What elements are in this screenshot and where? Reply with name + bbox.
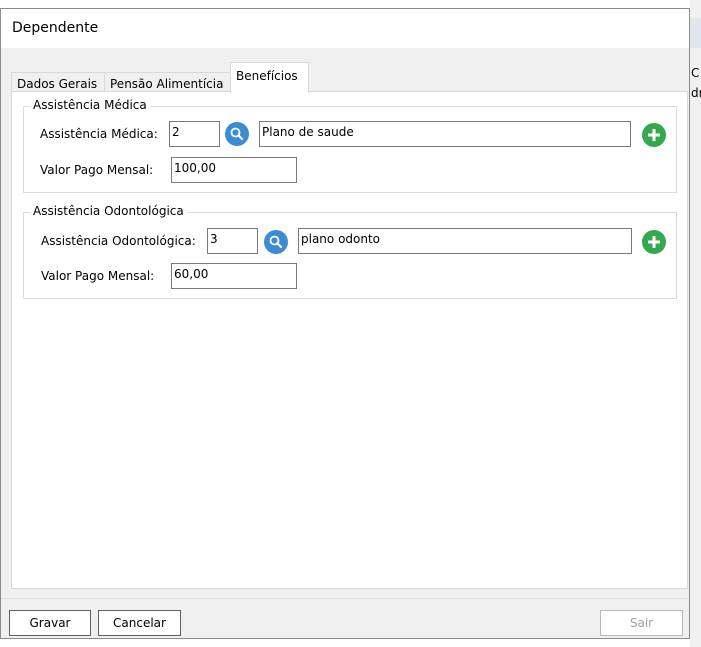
- beneficios-panel: Assistência Médica Assistência Médica: 2…: [11, 91, 688, 589]
- background-text-fragment: C: [691, 66, 700, 80]
- sair-button[interactable]: Sair: [600, 610, 683, 636]
- tab-pensao-alimenticia[interactable]: Pensão Alimentícia: [104, 72, 231, 92]
- search-icon: [269, 235, 283, 249]
- cancelar-button[interactable]: Cancelar: [98, 610, 181, 636]
- dependente-dialog: Dependente Dados Gerais Pensão Alimentíc…: [0, 8, 690, 639]
- plus-icon: [648, 129, 660, 141]
- dialog-footer: Gravar Cancelar Sair: [1, 598, 689, 638]
- search-odonto-button[interactable]: [264, 230, 288, 254]
- assistencia-medica-label: Assistência Médica:: [40, 127, 158, 141]
- window-title: Dependente: [12, 20, 99, 36]
- assistencia-odontologica-name-input[interactable]: plano odonto: [298, 228, 632, 254]
- assistencia-medica-code-input[interactable]: 2: [169, 121, 220, 147]
- assistencia-odontologica-code-input[interactable]: 3: [207, 228, 258, 254]
- assistencia-odontologica-label: Assistência Odontológica:: [41, 234, 196, 248]
- assistencia-odontologica-legend: Assistência Odontológica: [30, 204, 187, 218]
- background-window-edge: C dr: [690, 0, 701, 647]
- valor-medica-input[interactable]: 100,00: [171, 157, 297, 183]
- background-text-fragment: dr: [691, 86, 701, 100]
- assistencia-odontologica-group: Assistência Odontológica Assistência Odo…: [23, 204, 677, 299]
- valor-medica-label: Valor Pago Mensal:: [40, 163, 154, 177]
- title-bar: Dependente: [1, 9, 689, 48]
- background-header-bar: [690, 18, 701, 48]
- search-medica-button[interactable]: [225, 122, 249, 146]
- add-medica-button[interactable]: [642, 123, 666, 147]
- tab-dados-gerais[interactable]: Dados Gerais: [11, 72, 105, 92]
- dialog-client-area: Dados Gerais Pensão Alimentícia Benefíci…: [1, 48, 689, 638]
- tab-beneficios[interactable]: Benefícios: [230, 62, 309, 93]
- assistencia-medica-legend: Assistência Médica: [30, 98, 150, 112]
- valor-odonto-input[interactable]: 60,00: [171, 263, 297, 289]
- search-icon: [230, 127, 244, 141]
- add-odonto-button[interactable]: [642, 230, 666, 254]
- valor-odonto-label: Valor Pago Mensal:: [41, 269, 155, 283]
- gravar-button[interactable]: Gravar: [9, 610, 91, 636]
- assistencia-medica-name-input[interactable]: Plano de saude: [259, 121, 631, 147]
- assistencia-medica-group: Assistência Médica Assistência Médica: 2…: [23, 98, 677, 193]
- plus-icon: [648, 236, 660, 248]
